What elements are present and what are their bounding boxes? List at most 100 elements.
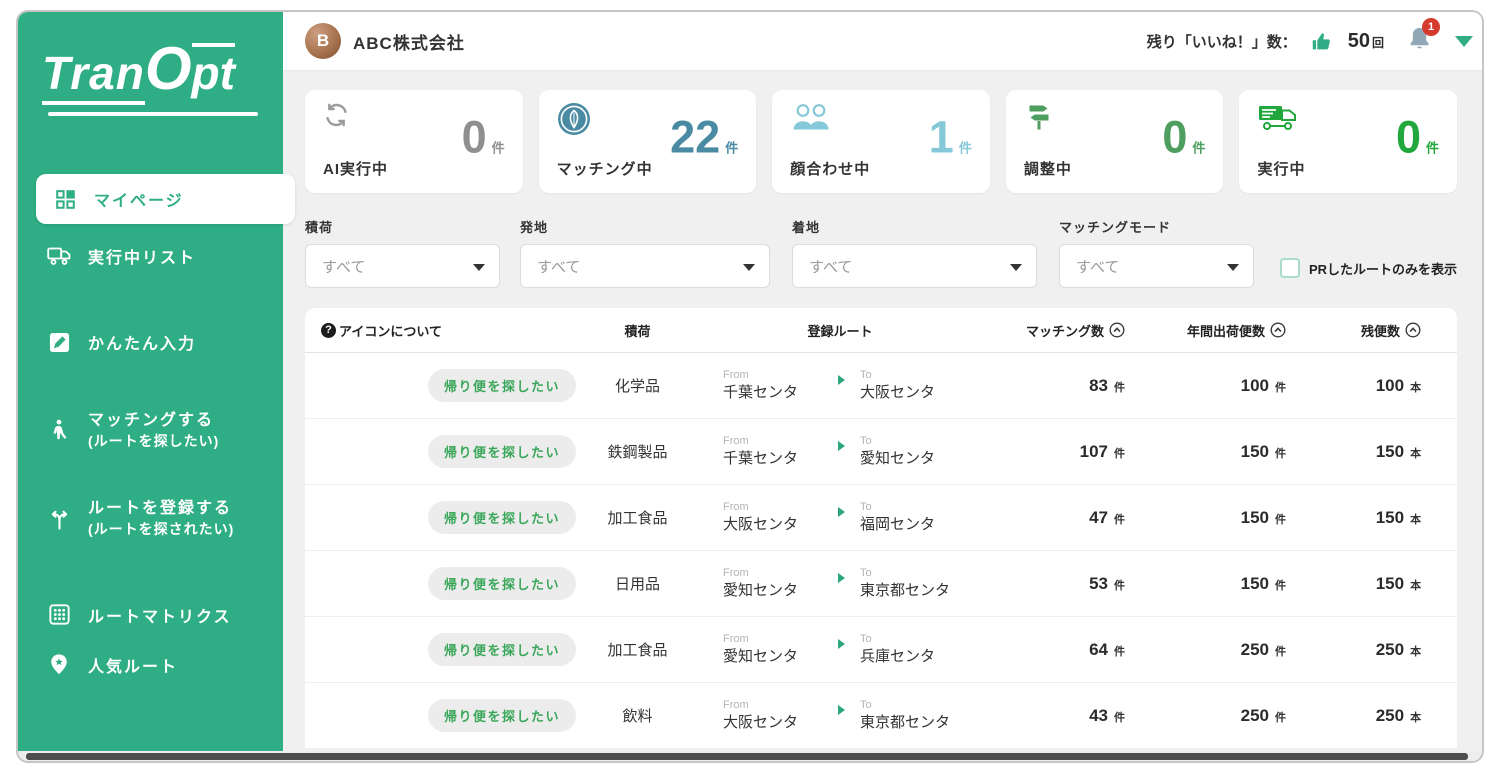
sort-up-icon[interactable] — [1405, 322, 1421, 338]
sidebar-item-popular-routes[interactable]: 人気ルート — [18, 653, 283, 677]
sidebar-item-running-list[interactable]: 実行中リスト — [18, 244, 283, 268]
matching-count-cell: 83 件 — [985, 376, 1145, 396]
sidebar-menu: マイページ 実行中リスト かんたん入力 — [18, 174, 283, 677]
horizontal-scrollbar[interactable] — [18, 751, 1482, 761]
destination-select[interactable]: すべて — [792, 244, 1037, 288]
to-name: 大阪センタ — [860, 383, 960, 403]
account-menu-toggle[interactable] — [1455, 36, 1473, 47]
sort-up-icon[interactable] — [1109, 322, 1125, 338]
route-cell: From 愛知センタ To 兵庫センタ — [695, 632, 985, 667]
filter-label: 発地 — [520, 217, 770, 236]
sidebar-item-label: かんたん入力 — [88, 330, 196, 354]
table-row[interactable]: 帰り便を探したい 飲料 From 大阪センタ To 東京都センタ 43 件 25… — [305, 683, 1457, 749]
stat-card-meeting[interactable]: 顔合わせ中 1 件 — [772, 90, 990, 193]
likes-count: 50 — [1348, 30, 1370, 53]
filter-label: 積荷 — [305, 217, 500, 236]
return-trip-badge: 帰り便を探したい — [428, 435, 576, 468]
main-area: B ABC株式会社 残り「いいね！」数： 50 回 1 — [283, 12, 1484, 753]
page-content: AI実行中 0 件 マッチング中 22 件 — [283, 70, 1484, 753]
select-value: すべて — [809, 256, 852, 277]
cargo-cell: 加工食品 — [580, 507, 695, 528]
chevron-down-icon — [473, 264, 485, 271]
remaining-cell: 150 本 — [1310, 574, 1457, 594]
matching-mode-select[interactable]: すべて — [1059, 244, 1254, 288]
from-name: 愛知センタ — [723, 581, 823, 601]
stat-label: 調整中 — [1024, 158, 1072, 179]
select-value: すべて — [1076, 256, 1119, 277]
stat-value: 0 — [1162, 115, 1187, 160]
matching-count-cell: 64 件 — [985, 640, 1145, 660]
route-arrow-icon — [838, 705, 845, 715]
route-from: From 千葉センタ — [723, 368, 823, 403]
table-row[interactable]: 帰り便を探したい 鉄鋼製品 From 千葉センタ To 愛知センタ 107 件 … — [305, 419, 1457, 485]
table-header: ? アイコンについて 積荷 登録ルート マッチング数 年間出荷便数 — [305, 308, 1457, 353]
sidebar-item-label: 実行中リスト — [88, 244, 196, 268]
route-cell: From 千葉センタ To 大阪センタ — [695, 368, 985, 403]
route-from: From 大阪センタ — [723, 698, 823, 733]
matching-count-cell: 107 件 — [985, 442, 1145, 462]
column-route: 登録ルート — [695, 321, 985, 340]
stat-card-running[interactable]: 実行中 0 件 — [1239, 90, 1457, 193]
table-row[interactable]: 帰り便を探したい 加工食品 From 愛知センタ To 兵庫センタ 64 件 2… — [305, 617, 1457, 683]
notifications-button[interactable]: 1 — [1408, 26, 1431, 56]
stat-card-matching[interactable]: マッチング中 22 件 — [539, 90, 757, 193]
stat-card-adjusting[interactable]: 調整中 0 件 — [1006, 90, 1224, 193]
sidebar-item-sublabel: (ルートを探したい) — [88, 432, 219, 451]
filter-cargo: 積荷 すべて — [305, 217, 500, 288]
route-to: To 東京都センタ — [860, 566, 960, 601]
company-avatar[interactable]: B — [305, 23, 341, 59]
sidebar-item-easy-input[interactable]: かんたん入力 — [18, 330, 283, 354]
filter-label: 着地 — [792, 217, 1037, 236]
dashboard-grid-icon — [52, 190, 78, 209]
thumbs-up-icon — [1311, 31, 1332, 52]
help-icon[interactable]: ? — [321, 323, 336, 338]
cargo-select[interactable]: すべて — [305, 244, 500, 288]
map-pin-icon — [46, 653, 72, 676]
top-header: B ABC株式会社 残り「いいね！」数： 50 回 1 — [283, 12, 1484, 70]
table-row[interactable]: 帰り便を探したい 日用品 From 愛知センタ To 東京都センタ 53 件 1… — [305, 551, 1457, 617]
to-name: 東京都センタ — [860, 581, 960, 601]
from-name: 千葉センタ — [723, 383, 823, 403]
edit-icon — [46, 332, 72, 353]
horizontal-scrollbar-thumb[interactable] — [26, 753, 1468, 760]
sidebar-item-route-matrix[interactable]: ルートマトリクス — [18, 603, 283, 627]
likes-count-group: 50 回 — [1346, 30, 1384, 53]
table-row[interactable]: 帰り便を探したい 化学品 From 千葉センタ To 大阪センタ 83 件 10… — [305, 353, 1457, 419]
route-from: From 大阪センタ — [723, 500, 823, 535]
filter-origin: 発地 すべて — [520, 217, 770, 288]
filter-bar: 積荷 すべて 発地 すべて 着地 — [305, 217, 1457, 288]
filter-matching-mode: マッチングモード すべて — [1059, 217, 1254, 288]
remaining-cell: 250 本 — [1310, 706, 1457, 726]
app-window: TranOpt マイページ 実行中リスト — [16, 10, 1484, 763]
to-name: 愛知センタ — [860, 449, 960, 469]
from-name: 大阪センタ — [723, 515, 823, 535]
table-row[interactable]: 帰り便を探したい 加工食品 From 大阪センタ To 福岡センタ 47 件 1… — [305, 485, 1457, 551]
pr-routes-checkbox[interactable] — [1280, 258, 1300, 278]
sidebar-item-label: マイページ — [94, 187, 184, 211]
sidebar-item-matching[interactable]: マッチングする (ルートを探したい) — [18, 410, 283, 450]
sidebar: TranOpt マイページ 実行中リスト — [18, 12, 283, 753]
sidebar-item-register-route[interactable]: ルートを登録する (ルートを探されたい) — [18, 498, 283, 538]
sidebar-item-label: 人気ルート — [88, 653, 178, 677]
return-trip-badge: 帰り便を探したい — [428, 699, 576, 732]
stat-value: 22 — [670, 115, 720, 160]
likes-unit: 回 — [1372, 34, 1384, 51]
cargo-cell: 加工食品 — [580, 639, 695, 660]
stat-label: 実行中 — [1257, 158, 1305, 179]
route-to: To 兵庫センタ — [860, 632, 960, 667]
route-arrow-icon — [838, 441, 845, 451]
sort-up-icon[interactable] — [1270, 322, 1286, 338]
to-label: To — [860, 566, 960, 581]
stat-card-ai-running[interactable]: AI実行中 0 件 — [305, 90, 523, 193]
stat-unit: 件 — [1426, 138, 1439, 157]
chevron-down-icon — [1010, 264, 1022, 271]
from-name: 大阪センタ — [723, 713, 823, 733]
sidebar-item-label: ルートを登録する — [88, 498, 234, 520]
route-arrow-icon — [838, 507, 845, 517]
column-icon-about: アイコンについて — [339, 321, 442, 340]
origin-select[interactable]: すべて — [520, 244, 770, 288]
return-trip-badge: 帰り便を探したい — [428, 633, 576, 666]
route-cell: From 大阪センタ To 東京都センタ — [695, 698, 985, 733]
sidebar-item-label: マッチングする — [88, 410, 219, 432]
sidebar-item-mypage[interactable]: マイページ — [36, 174, 295, 224]
